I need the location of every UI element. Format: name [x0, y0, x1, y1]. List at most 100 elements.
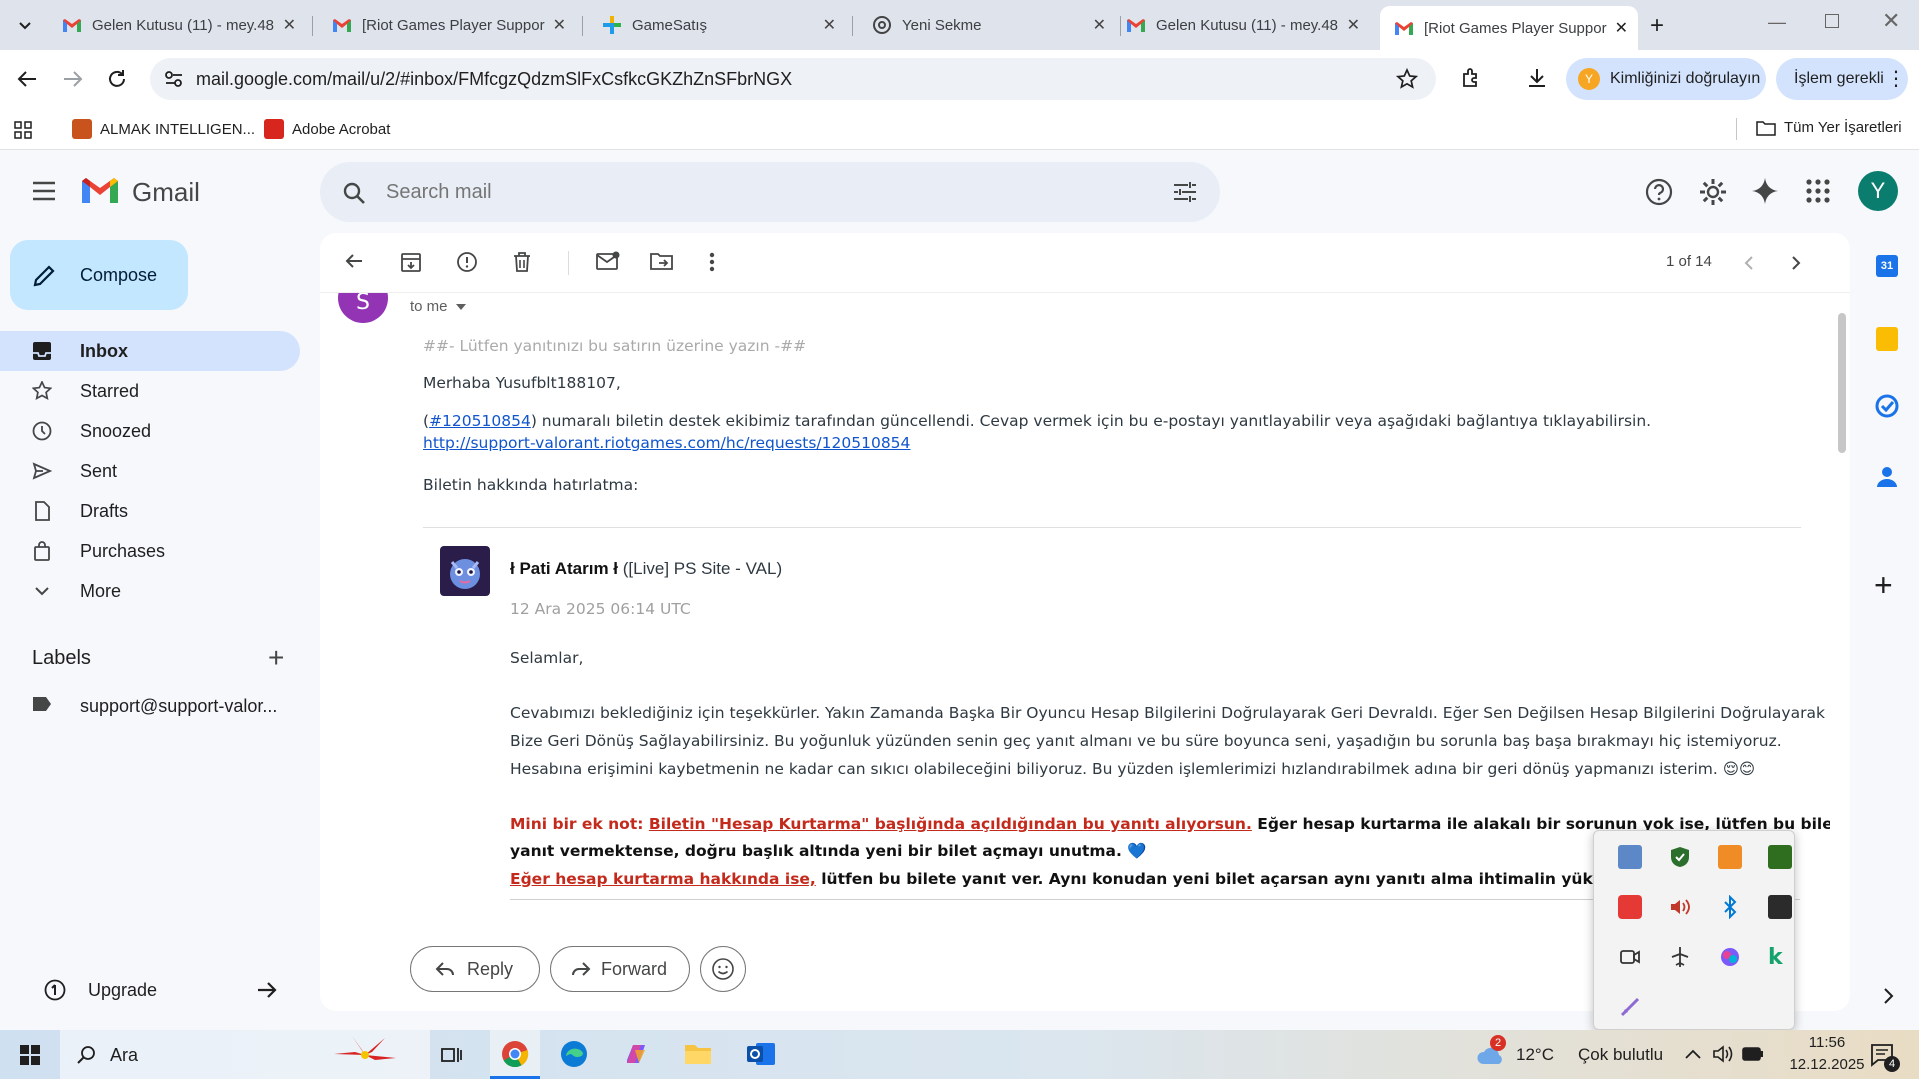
main-menu-icon[interactable] — [32, 181, 56, 201]
monitor-app-icon[interactable] — [1618, 845, 1642, 869]
search-input[interactable] — [386, 176, 1106, 208]
volume-icon[interactable] — [1668, 895, 1692, 919]
move-to-icon[interactable] — [650, 251, 674, 271]
gemini-sparkle-icon[interactable] — [1751, 177, 1779, 205]
clock-time[interactable]: 11:56 — [1792, 1034, 1862, 1051]
window-close-button[interactable]: ✕ — [1882, 8, 1900, 34]
app-orange-icon[interactable] — [1718, 845, 1742, 869]
nav-item-starred[interactable]: Starred — [0, 371, 300, 411]
all-bookmarks-button[interactable]: Tüm Yer İşaretleri — [1756, 119, 1902, 136]
minimize-button[interactable]: — — [1768, 12, 1786, 33]
browser-tab-4[interactable]: Yeni Sekme ✕ — [858, 8, 1116, 42]
add-label-button[interactable]: + — [268, 642, 284, 674]
anydesk-icon[interactable] — [1618, 895, 1642, 919]
browser-tab-3[interactable]: GameSatış ✕ — [588, 8, 846, 42]
google-apps-icon[interactable] — [1806, 179, 1830, 203]
taskbar-chrome-button[interactable] — [490, 1030, 540, 1079]
nav-item-sent[interactable]: Sent — [0, 451, 300, 491]
copilot-icon[interactable] — [1718, 945, 1742, 969]
battery-icon[interactable] — [1742, 1046, 1764, 1062]
browser-tab-1[interactable]: Gelen Kutusu (11) - mey.48 ✕ — [48, 8, 306, 42]
search-icon[interactable] — [342, 181, 366, 205]
nav-item-more[interactable]: More — [0, 571, 300, 611]
forward-icon[interactable] — [62, 69, 84, 89]
show-hidden-icons-chevron-icon[interactable] — [1684, 1048, 1702, 1060]
calendar-icon[interactable]: 31 — [1876, 255, 1898, 277]
label-item-support[interactable]: support@support-valor... — [0, 686, 300, 726]
nav-item-purchases[interactable]: Purchases — [0, 531, 300, 571]
task-view-icon[interactable] — [440, 1044, 462, 1066]
recipient-details-toggle[interactable]: to me — [410, 298, 466, 315]
security-shield-icon[interactable] — [1668, 845, 1692, 869]
windows-start-icon[interactable] — [20, 1045, 40, 1065]
browser-tab-5[interactable]: Gelen Kutusu (11) - mey.48 ✕ — [1112, 8, 1370, 42]
message-scrollbar[interactable] — [1838, 313, 1846, 993]
site-settings-icon[interactable] — [164, 70, 184, 88]
scrollbar-thumb[interactable] — [1838, 313, 1846, 453]
close-icon[interactable]: ✕ — [553, 15, 566, 35]
upgrade-button[interactable]: Upgrade — [24, 970, 294, 1010]
close-icon[interactable]: ✕ — [1347, 15, 1360, 35]
keep-icon[interactable] — [1876, 327, 1898, 351]
report-spam-icon[interactable] — [456, 251, 478, 273]
action-required-button[interactable]: İşlem gerekli ⋮ — [1776, 58, 1908, 100]
emoji-react-button[interactable] — [700, 946, 746, 992]
sender-avatar[interactable]: S — [338, 293, 388, 323]
close-icon[interactable]: ✕ — [1615, 18, 1628, 38]
close-icon[interactable]: ✕ — [283, 15, 296, 35]
extensions-icon[interactable] — [1460, 66, 1484, 90]
get-addons-button[interactable]: + — [1874, 567, 1893, 604]
ticket-url-link[interactable]: http://support-valorant.riotgames.com/hc… — [423, 434, 910, 452]
kick-app-icon[interactable]: k — [1768, 945, 1792, 970]
reload-icon[interactable] — [106, 68, 128, 90]
tab-search-button[interactable] — [12, 12, 38, 38]
bookmark-almak[interactable]: ALMAK INTELLIGEN... — [72, 119, 255, 139]
archive-icon[interactable] — [400, 251, 422, 273]
taskbar-search-box[interactable]: Ara — [60, 1030, 430, 1079]
expand-panel-chevron-icon[interactable] — [1882, 987, 1894, 1005]
more-vert-icon[interactable] — [708, 251, 716, 273]
bookmark-adobe[interactable]: Adobe Acrobat — [264, 119, 390, 139]
clock-date[interactable]: 12.12.2025 — [1778, 1056, 1876, 1073]
mark-unread-icon[interactable] — [596, 251, 620, 271]
tasks-icon[interactable] — [1875, 394, 1899, 418]
compose-button[interactable]: Compose — [10, 240, 188, 310]
new-tab-button[interactable]: + — [1650, 12, 1664, 40]
delete-icon[interactable] — [512, 251, 532, 273]
camera-icon[interactable] — [1618, 945, 1642, 969]
pen-feather-icon[interactable] — [1618, 995, 1642, 1019]
nvidia-icon[interactable] — [1768, 845, 1792, 869]
forward-button[interactable]: Forward — [550, 946, 690, 992]
account-avatar[interactable]: Y — [1858, 171, 1898, 211]
speaker-icon[interactable] — [1712, 1044, 1734, 1064]
file-explorer-icon[interactable] — [684, 1042, 712, 1066]
ticket-number-link[interactable]: #120510854 — [429, 412, 531, 430]
outlook-icon[interactable] — [746, 1040, 776, 1068]
apps-grid-icon[interactable] — [14, 121, 32, 139]
edge-icon[interactable] — [560, 1040, 588, 1068]
bookmark-star-icon[interactable] — [1396, 68, 1418, 90]
contacts-icon[interactable] — [1876, 465, 1898, 489]
browser-tab-2[interactable]: [Riot Games Player Suppor ✕ — [318, 8, 576, 42]
epic-games-icon[interactable] — [1768, 895, 1792, 919]
airplane-mode-icon[interactable] — [1668, 945, 1692, 969]
more-vert-icon[interactable]: ⋮ — [1886, 66, 1906, 91]
settings-gear-icon[interactable] — [1698, 177, 1728, 207]
close-icon[interactable]: ✕ — [1093, 15, 1106, 35]
older-chevron-icon[interactable] — [1790, 255, 1802, 271]
maximize-button[interactable] — [1825, 14, 1839, 28]
copilot-app-icon[interactable] — [622, 1040, 650, 1068]
browser-tab-6-active[interactable]: [Riot Games Player Suppor ✕ — [1380, 6, 1638, 50]
help-icon[interactable] — [1645, 178, 1673, 206]
close-icon[interactable]: ✕ — [823, 15, 836, 35]
search-options-icon[interactable] — [1172, 180, 1198, 204]
back-icon[interactable] — [16, 69, 38, 89]
verify-identity-button[interactable]: Y Kimliğinizi doğrulayın — [1566, 58, 1766, 100]
bluetooth-icon[interactable] — [1718, 895, 1742, 919]
nav-item-snoozed[interactable]: Snoozed — [0, 411, 300, 451]
address-bar[interactable]: mail.google.com/mail/u/2/#inbox/FMfcgzQd… — [150, 58, 1436, 100]
back-to-inbox-icon[interactable] — [344, 251, 364, 271]
nav-item-drafts[interactable]: Drafts — [0, 491, 300, 531]
newer-chevron-icon[interactable] — [1743, 255, 1755, 271]
reply-button[interactable]: Reply — [410, 946, 540, 992]
